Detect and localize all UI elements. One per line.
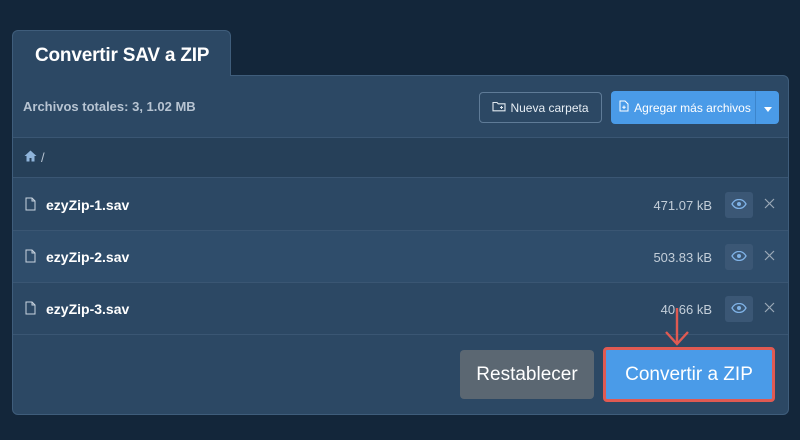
reset-label: Restablecer [476,363,578,385]
reset-button[interactable]: Restablecer [460,350,594,399]
file-icon [25,301,36,320]
new-folder-label: Nueva carpeta [510,100,589,115]
caret-down-icon [763,101,772,115]
new-folder-button[interactable]: Nueva carpeta [479,92,602,123]
add-files-dropdown-toggle[interactable] [755,91,779,124]
file-row-1: ezyZip-1.sav 471.07 kB [13,179,788,231]
close-icon [764,196,775,214]
file-name: ezyZip-3.sav [46,301,130,317]
file-plus-icon [619,100,629,115]
file-list-card: Archivos totales: 3, 1.02 MB Nueva carpe… [12,75,789,415]
eye-icon [731,300,747,318]
add-files-label: Agregar más archivos [634,100,751,115]
add-files-button[interactable]: Agregar más archivos [611,91,755,124]
total-files-label: Archivos totales: 3, 1.02 MB [23,99,196,114]
file-name: ezyZip-2.sav [46,249,130,265]
page-title: Convertir SAV a ZIP [35,45,210,66]
file-icon [25,197,36,216]
remove-file-button[interactable] [761,248,777,266]
close-icon [764,300,775,318]
home-icon[interactable] [24,150,37,165]
action-footer: Restablecer Convertir a ZIP [13,336,788,414]
file-size: 503.83 kB [653,250,712,265]
preview-button[interactable] [725,296,753,322]
remove-file-button[interactable] [761,196,777,214]
file-name: ezyZip-1.sav [46,197,130,213]
preview-button[interactable] [725,192,753,218]
close-icon [764,248,775,266]
convert-to-zip-button[interactable]: Convertir a ZIP [603,347,775,402]
breadcrumb: / [13,137,788,178]
add-files-button-group: Agregar más archivos [611,91,779,124]
breadcrumb-path: / [41,150,45,165]
arrow-down-icon [664,307,690,347]
convert-label: Convertir a ZIP [625,363,753,385]
eye-icon [731,196,747,214]
eye-icon [731,248,747,266]
preview-button[interactable] [725,244,753,270]
folder-plus-icon [492,100,507,115]
file-size: 471.07 kB [653,198,712,213]
file-icon [25,249,36,268]
file-row-2: ezyZip-2.sav 503.83 kB [13,231,788,283]
toolbar: Archivos totales: 3, 1.02 MB Nueva carpe… [13,76,788,136]
page-title-tab: Convertir SAV a ZIP [12,30,231,76]
remove-file-button[interactable] [761,300,777,318]
